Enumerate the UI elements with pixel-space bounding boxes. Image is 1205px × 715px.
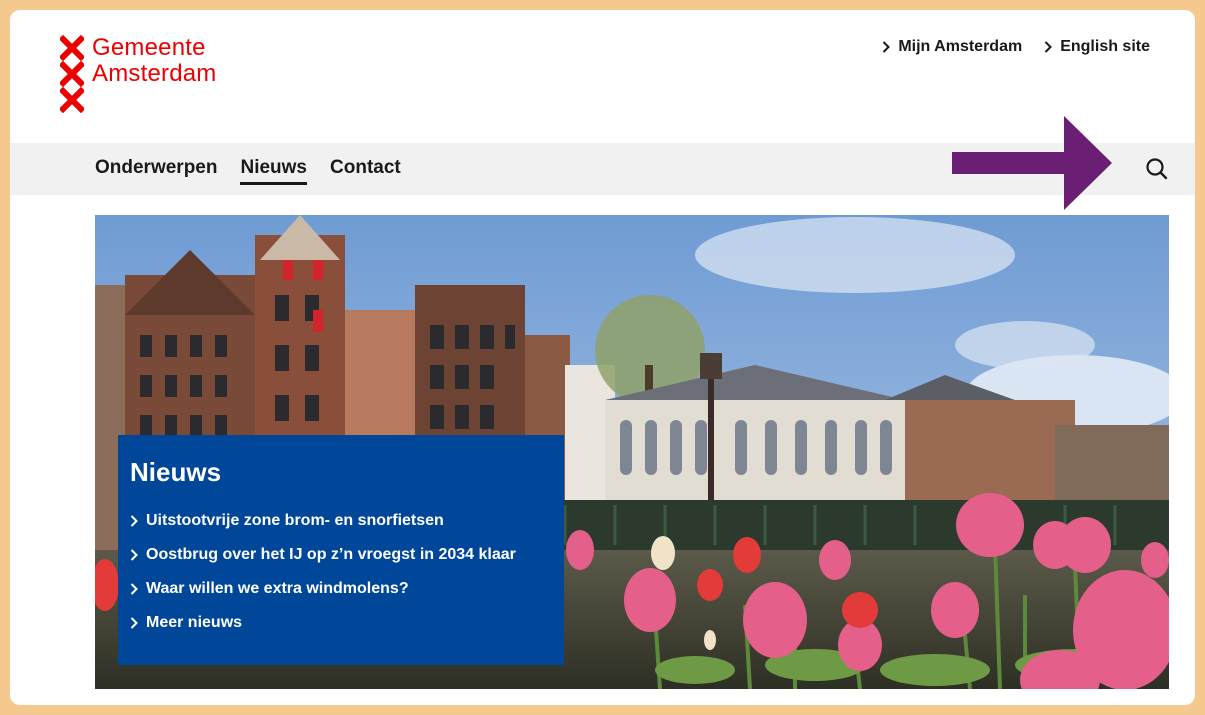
arrow-right-icon	[952, 116, 1112, 210]
chevron-right-icon	[883, 41, 891, 53]
meer-nieuws-label: Meer nieuws	[146, 614, 243, 631]
news-item-uitstootvrije-zone[interactable]: Uitstootvrije zone brom- en snorfietsen	[130, 504, 552, 538]
english-site-link[interactable]: English site	[1044, 38, 1150, 56]
top-links: Mijn Amsterdam English site	[882, 38, 1150, 56]
chevron-right-icon	[130, 583, 138, 595]
gemeente-amsterdam-logo[interactable]: Gemeente Amsterdam	[60, 35, 217, 113]
news-title: Nieuws	[130, 457, 222, 487]
news-panel: Nieuws Uitstootvrije zone brom- en snorf…	[118, 435, 564, 665]
chevron-right-icon	[130, 617, 138, 629]
mijn-amsterdam-label: Mijn Amsterdam	[898, 38, 1023, 55]
nav-item-onderwerpen[interactable]: Onderwerpen	[95, 157, 217, 185]
news-item-label: Uitstootvrije zone brom- en snorfietsen	[146, 512, 444, 529]
logo-line-1: Gemeente	[92, 34, 206, 61]
english-site-label: English site	[1060, 38, 1150, 55]
chevron-right-icon	[130, 515, 138, 527]
meer-nieuws-link[interactable]: Meer nieuws	[130, 606, 552, 640]
andreas-crosses-icon	[60, 35, 84, 113]
news-list: Uitstootvrije zone brom- en snorfietsen …	[130, 504, 552, 640]
hero-image: Nieuws Uitstootvrije zone brom- en snorf…	[95, 215, 1169, 689]
logo-line-2: Amsterdam	[92, 60, 217, 87]
logo-wordmark: Gemeente Amsterdam	[92, 35, 217, 113]
chevron-right-icon	[130, 549, 138, 561]
search-button[interactable]	[1143, 155, 1171, 183]
search-icon	[1146, 158, 1168, 180]
news-item-windmolens[interactable]: Waar willen we extra windmolens?	[130, 572, 552, 606]
nav-item-nieuws[interactable]: Nieuws	[240, 157, 308, 185]
news-item-oostbrug[interactable]: Oostbrug over het IJ op z’n vroegst in 2…	[130, 538, 552, 572]
page-frame: Gemeente Amsterdam Mijn Amsterdam Englis…	[10, 10, 1195, 705]
mijn-amsterdam-link[interactable]: Mijn Amsterdam	[882, 38, 1022, 56]
nav-item-contact[interactable]: Contact	[330, 157, 401, 185]
chevron-right-icon	[1044, 41, 1053, 53]
news-item-label: Waar willen we extra windmolens?	[146, 580, 409, 597]
news-item-label: Oostbrug over het IJ op z’n vroegst in 2…	[146, 546, 516, 563]
